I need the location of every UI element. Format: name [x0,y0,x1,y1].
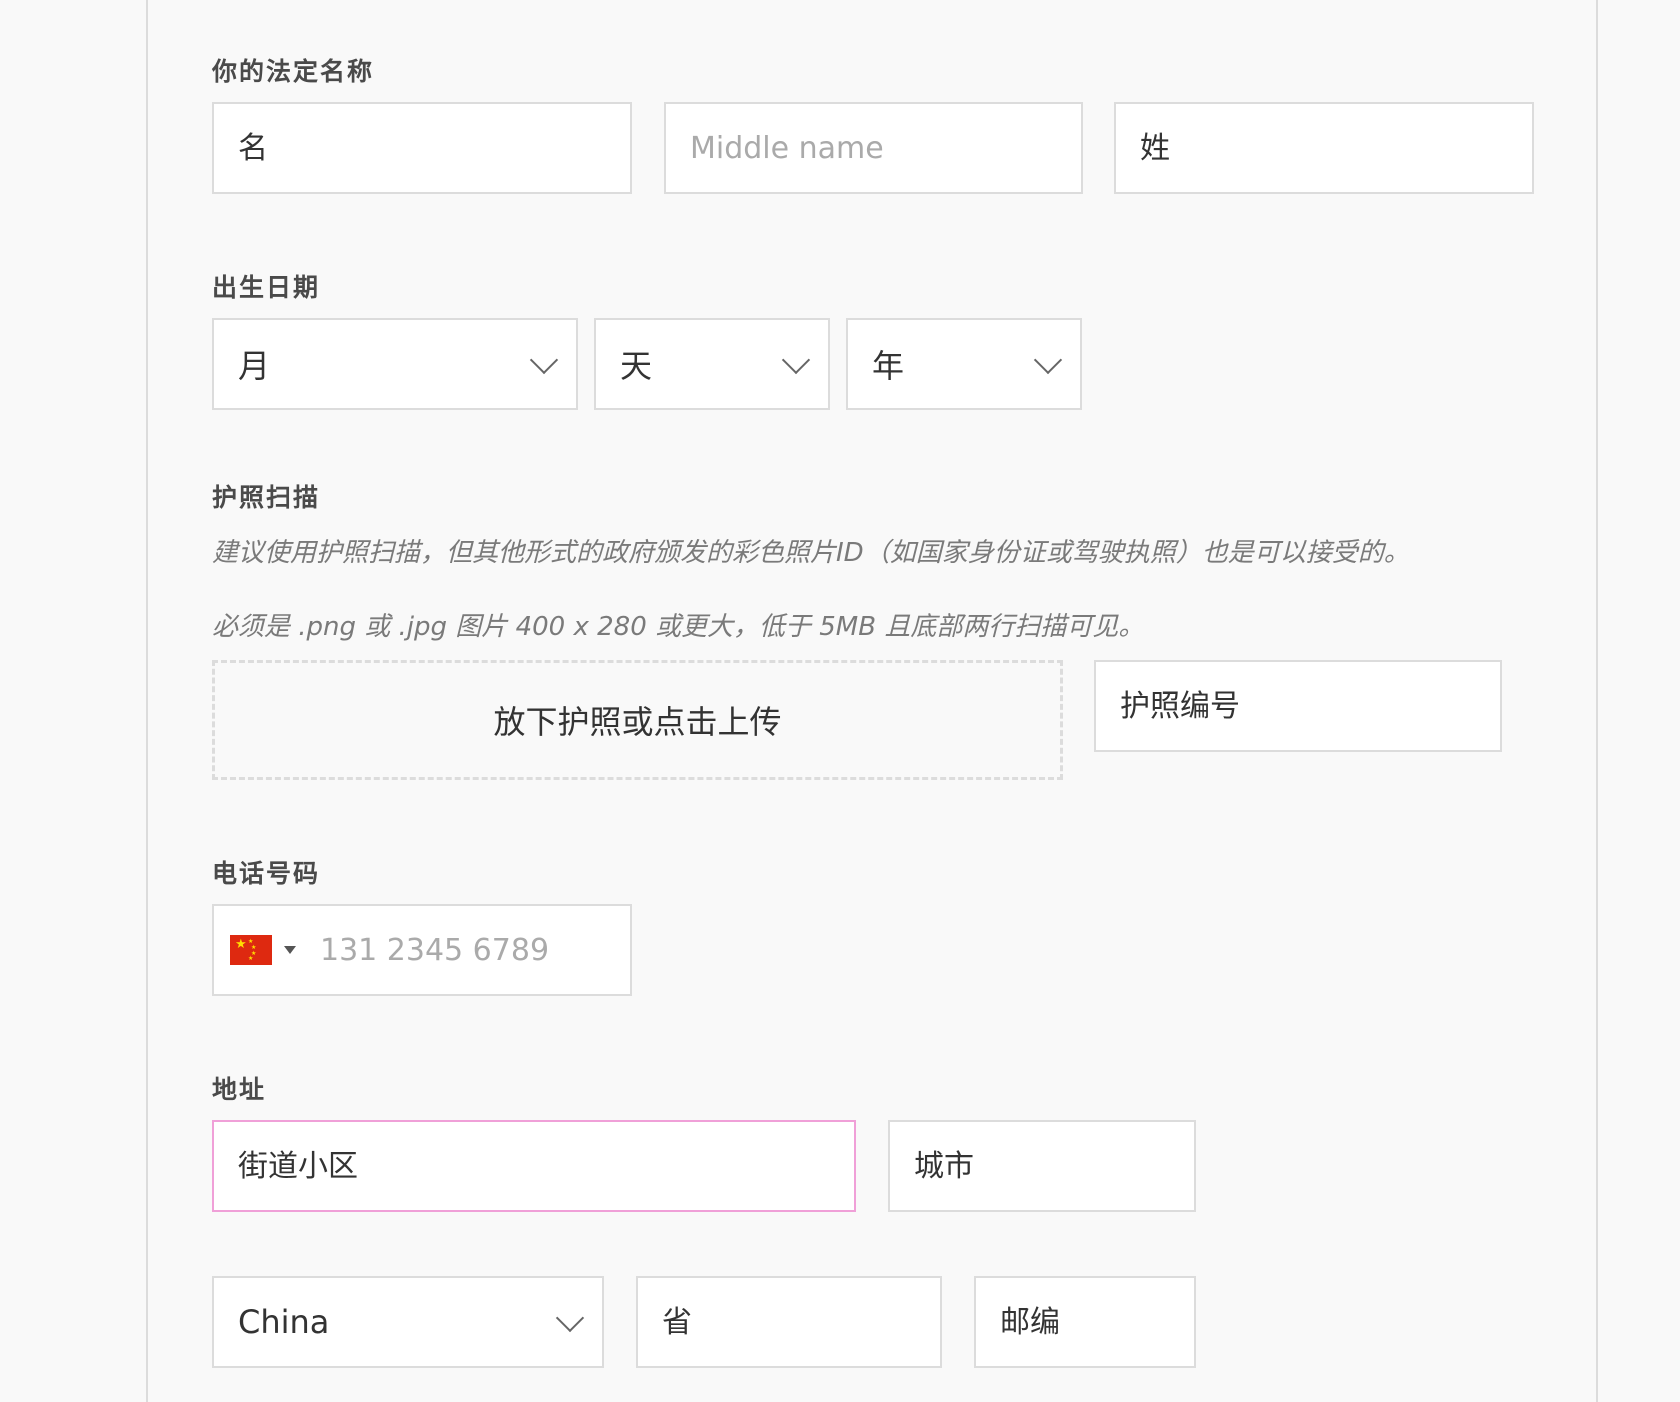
city-input[interactable] [914,1148,1194,1184]
day-select[interactable]: 天 [594,318,830,410]
postal-code-field[interactable] [974,1276,1196,1368]
passport-upload-dropzone[interactable]: 放下护照或点击上传 [212,660,1063,780]
street-input[interactable] [238,1148,854,1184]
passport-number-field[interactable] [1094,660,1502,752]
province-input[interactable] [662,1304,940,1340]
phone-input[interactable] [320,932,630,968]
chevron-down-icon [529,345,559,375]
chevron-down-icon [781,345,811,375]
postal-code-input[interactable] [1000,1304,1194,1340]
last-name-input[interactable] [1140,130,1532,166]
passport-label: 护照扫描 [212,483,321,512]
caret-down-icon [284,946,296,954]
passport-number-input[interactable] [1120,688,1500,724]
city-field[interactable] [888,1120,1196,1212]
first-name-input[interactable] [238,130,630,166]
country-code-select[interactable]: ★ ★ ★ ★ ★ [230,935,296,965]
middle-name-field[interactable] [664,102,1083,194]
dob-label: 出生日期 [212,273,321,302]
cn-flag-icon: ★ ★ ★ ★ ★ [230,935,272,965]
legal-name-label: 你的法定名称 [212,57,375,86]
last-name-field[interactable] [1114,102,1534,194]
country-select-value: China [238,1303,330,1341]
country-select[interactable]: China [212,1276,604,1368]
province-field[interactable] [636,1276,942,1368]
passport-hint-2: 必须是 .png 或 .jpg 图片 400 x 280 或更大，低于 5MB … [212,612,1145,642]
chevron-down-icon [555,1303,585,1333]
day-select-value: 天 [620,347,653,385]
address-label: 地址 [212,1075,267,1104]
phone-field[interactable]: ★ ★ ★ ★ ★ [212,904,632,996]
year-select-value: 年 [872,347,905,385]
middle-name-input[interactable] [690,130,1081,166]
month-select-value: 月 [238,347,271,385]
year-select[interactable]: 年 [846,318,1082,410]
phone-label: 电话号码 [212,859,321,888]
street-field[interactable] [212,1120,856,1212]
chevron-down-icon [1033,345,1063,375]
upload-label: 放下护照或点击上传 [493,703,782,741]
passport-hint-1: 建议使用护照扫描，但其他形式的政府颁发的彩色照片ID（如国家身份证或驾驶执照）也… [212,538,1410,568]
month-select[interactable]: 月 [212,318,578,410]
first-name-field[interactable] [212,102,632,194]
